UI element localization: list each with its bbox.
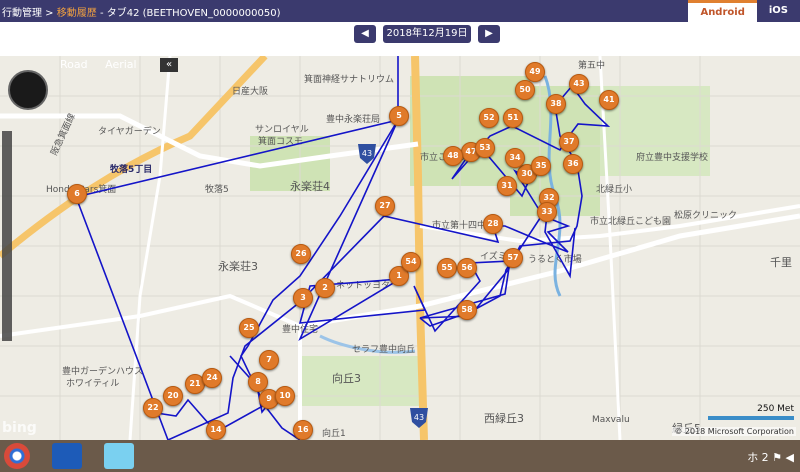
map-marker[interactable]: 28	[483, 214, 503, 234]
map-marker[interactable]: 7	[259, 350, 279, 370]
app-icon[interactable]	[104, 443, 134, 469]
map-marker[interactable]: 48	[443, 146, 463, 166]
map-marker[interactable]: 33	[537, 202, 557, 222]
date-display-button[interactable]: 2018年12月19日	[383, 25, 471, 43]
map-marker[interactable]: 2	[315, 278, 335, 298]
next-date-button[interactable]: ▶	[478, 25, 500, 43]
map-marker[interactable]: 38	[546, 94, 566, 114]
collapse-controls-button[interactable]: «	[160, 58, 178, 72]
map-marker[interactable]: 58	[457, 300, 477, 320]
bing-logo: bing	[2, 420, 37, 436]
breadcrumb-root[interactable]: 行動管理 >	[2, 8, 54, 19]
map-marker[interactable]: 36	[563, 154, 583, 174]
map-marker[interactable]: 50	[515, 80, 535, 100]
outlook-icon[interactable]	[52, 443, 82, 469]
map-style-controls: Road Aerial	[60, 58, 151, 71]
map-marker[interactable]: 35	[531, 156, 551, 176]
zoom-slider[interactable]	[2, 131, 12, 341]
map-marker[interactable]: 37	[559, 132, 579, 152]
aerial-view-button[interactable]: Aerial	[105, 58, 136, 71]
map-marker[interactable]: 49	[525, 62, 545, 82]
scale-label: 250 Met	[757, 404, 794, 414]
map-marker[interactable]: 27	[375, 196, 395, 216]
map-marker[interactable]: 26	[291, 244, 311, 264]
map-view[interactable]: 43 43 日産大阪 箕面神経サナトリウム サンロイヤル 箕面コスモ 豊中永楽荘…	[0, 56, 800, 440]
map-marker[interactable]: 41	[599, 90, 619, 110]
top-header-bar: 行動管理 > 移動履歴 - タブ42 (BEETHOVEN_0000000050…	[0, 0, 800, 25]
map-marker[interactable]: 14	[206, 420, 226, 440]
map-marker[interactable]: 25	[239, 318, 259, 338]
map-marker[interactable]: 43	[569, 74, 589, 94]
breadcrumb-tab: - タブ42 (BEETHOVEN_0000000050)	[99, 8, 281, 19]
chrome-icon[interactable]	[4, 443, 30, 469]
breadcrumb: 行動管理 > 移動履歴 - タブ42 (BEETHOVEN_0000000050…	[2, 4, 281, 19]
map-marker[interactable]: 53	[475, 138, 495, 158]
map-attribution: © 2018 Microsoft Corporation	[672, 427, 796, 436]
road-view-button[interactable]: Road	[60, 58, 88, 71]
prev-date-button[interactable]: ◀	[354, 25, 376, 43]
breadcrumb-active[interactable]: 移動履歴	[57, 8, 97, 19]
map-marker[interactable]: 52	[479, 108, 499, 128]
map-marker[interactable]: 51	[503, 108, 523, 128]
windows-taskbar: ホ 2 ⚑ ◀	[0, 440, 800, 472]
platform-tabs: Android iOS	[688, 0, 800, 25]
system-tray[interactable]: ホ 2 ⚑ ◀	[747, 449, 794, 465]
map-marker[interactable]: 6	[67, 184, 87, 204]
date-navigation: ◀ 2018年12月19日 ▶	[0, 22, 800, 48]
scale-bar	[708, 416, 794, 420]
map-marker[interactable]: 24	[202, 368, 222, 388]
map-marker[interactable]: 10	[275, 386, 295, 406]
tab-ios[interactable]: iOS	[757, 0, 800, 22]
map-marker[interactable]: 56	[457, 258, 477, 278]
map-marker[interactable]: 57	[503, 248, 523, 268]
map-nav-control[interactable]	[8, 70, 48, 110]
map-marker[interactable]: 54	[401, 252, 421, 272]
map-marker[interactable]: 55	[437, 258, 457, 278]
map-marker[interactable]: 20	[163, 386, 183, 406]
map-marker[interactable]: 31	[497, 176, 517, 196]
map-marker[interactable]: 3	[293, 288, 313, 308]
marker-layer: 1 2 3 5 6 7 8 9 10 14 16 20 21 22 24 25 26 27 28 30 31 32 33 34…	[0, 56, 800, 440]
map-marker[interactable]: 16	[293, 420, 313, 440]
map-marker[interactable]: 5	[389, 106, 409, 126]
map-marker[interactable]: 22	[143, 398, 163, 418]
map-marker[interactable]: 34	[505, 148, 525, 168]
